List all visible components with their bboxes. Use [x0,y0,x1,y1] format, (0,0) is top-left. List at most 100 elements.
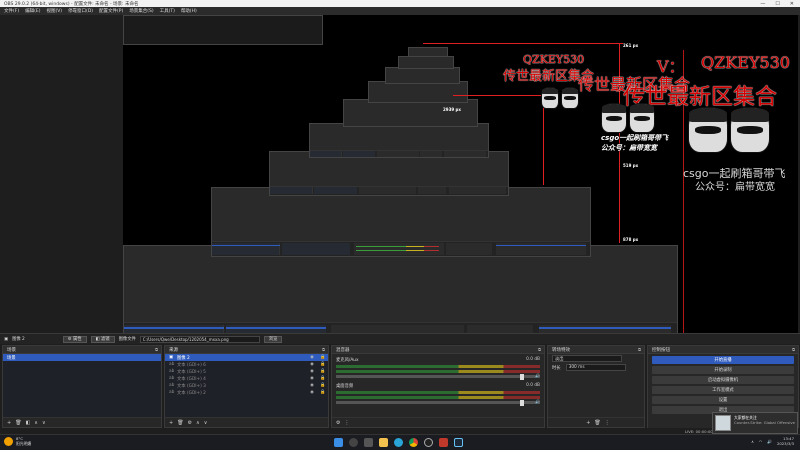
sun-icon [4,437,13,446]
properties-button[interactable]: ⚙ 属性 [62,335,87,343]
clock[interactable]: 13:47 2023/3/3 [776,436,794,446]
arrow-up-icon[interactable]: ∧ [196,420,200,426]
speaker-icon[interactable]: 🔊 [535,399,540,404]
trash-icon[interactable]: 🗑 [594,420,600,426]
eye-icon[interactable]: ◉ [306,362,318,367]
image-file-label: 图像文件 [118,337,136,342]
browse-button[interactable]: 浏览 [263,335,283,343]
lock-icon[interactable]: 🔒 [318,362,328,367]
arrow-down-icon[interactable]: ∨ [204,420,208,426]
volume-slider[interactable]: 🔊 [336,399,540,406]
eye-icon[interactable]: ◉ [306,355,318,360]
volume-meter [336,365,540,368]
lock-icon[interactable]: 🔒 [318,369,328,374]
source-item[interactable]: ab 文本 (GDI+) 4 ◉ 🔒 [165,375,328,382]
source-item-label: 文本 (GDI+) 6 [177,362,206,368]
source-item[interactable]: ab 文本 (GDI+) 2 ◉ 🔒 [165,389,328,396]
slider-handle[interactable] [520,399,524,406]
filters-button[interactable]: ◧ 滤镜 [90,335,115,343]
start-streaming-button[interactable]: 开始直播 [652,356,794,364]
duration-label: 时长 [552,365,561,371]
file-explorer-icon[interactable] [379,438,388,447]
trash-icon[interactable]: 🗑 [177,420,183,426]
avatar-face-icon [688,107,728,153]
lock-icon[interactable]: 🔒 [318,376,328,381]
menu-scene-collection[interactable]: 场景集合(S) [129,8,153,14]
menu-help[interactable]: 帮助(H) [181,8,197,14]
filter-icon[interactable]: ◧ [26,420,31,426]
settings-button[interactable]: 设置 [652,396,794,404]
arrow-down-icon[interactable]: ∨ [42,420,46,426]
windows-start-icon[interactable] [334,438,343,447]
weather-widget[interactable]: 8°C 阳光明媚 [4,436,31,446]
gear-icon[interactable]: ⚙ [188,420,192,426]
obs-icon[interactable] [424,438,433,447]
chrome-icon[interactable] [409,438,418,447]
menu-profile[interactable]: 配置文件(P) [99,8,123,14]
menu-tools[interactable]: 工具(T) [160,8,175,14]
dock-float-icon[interactable]: ⧉ [638,347,644,352]
search-icon[interactable] [349,438,358,447]
dock-float-icon[interactable]: ⧉ [155,347,161,352]
guide-line-horizontal [423,43,623,44]
clock-date: 2023/3/3 [776,440,794,446]
nested-capture-2 [211,187,591,257]
gear-icon[interactable]: ⚙ [336,420,340,426]
image-path-field[interactable]: C:/Users/Qwe/Desktop/1202054_mxxa.png [139,335,260,343]
more-icon[interactable]: ⋮ [605,420,610,426]
dock-float-icon[interactable]: ⧉ [538,347,544,352]
nested-capture-10 [123,15,323,45]
steam-icon[interactable] [454,438,463,447]
add-icon[interactable]: + [586,420,590,426]
close-button[interactable]: ✕ [790,1,794,7]
start-virtual-camera-button[interactable]: 启动虚拟摄像机 [652,376,794,384]
slider-handle[interactable] [520,373,524,380]
add-icon[interactable]: + [169,420,173,426]
minimize-button[interactable]: — [760,1,765,7]
preview-canvas[interactable]: 261 px 2939 px 519 px 878 px 传世最新区集合 传世最… [123,15,798,333]
transition-select[interactable]: 淡出 [552,355,622,362]
nested-capture-6 [368,81,468,103]
menu-docks[interactable]: 停靠窗口(D) [68,8,93,14]
eye-icon[interactable]: ◉ [306,376,318,381]
dock-float-icon[interactable]: ⧉ [792,347,798,352]
chevron-up-icon[interactable]: ∧ [751,439,754,444]
eye-icon[interactable]: ◉ [306,383,318,388]
trash-icon[interactable]: 🗑 [15,420,21,426]
arrow-up-icon[interactable]: ∧ [34,420,38,426]
duration-input[interactable]: 300 ms [565,364,626,371]
menu-view[interactable]: 视图(V) [46,8,62,14]
speaker-icon[interactable]: 🔊 [535,373,540,378]
start-recording-button[interactable]: 开始录制 [652,366,794,374]
source-item[interactable]: ab 文本 (GDI+) 5 ◉ 🔒 [165,368,328,375]
edge-browser-icon[interactable] [394,438,403,447]
guide-label-middle: 2939 px [443,107,461,112]
scene-item[interactable]: 场景 [3,354,161,361]
source-item[interactable]: ab 文本 (GDI+) 6 ◉ 🔒 [165,361,328,368]
sources-dock: 来源 ⧉ ▣ 图像 2 ◉ 🔒 ab 文本 (GDI+) 6 ◉ 🔒 ab 文本 (GDI+) … [164,345,329,428]
speaker-icon[interactable]: 🔊 [767,439,772,444]
studio-mode-button[interactable]: 工作室模式 [652,386,794,394]
channel-db: 0.0 dB [526,357,540,362]
lock-icon[interactable]: 🔒 [318,355,328,360]
task-view-icon[interactable] [364,438,373,447]
menu-edit[interactable]: 编辑(E) [25,8,40,14]
maximize-button[interactable]: ☐ [775,1,779,7]
guide-line-horizontal-2 [453,95,543,96]
menu-file[interactable]: 文件(F) [4,8,19,14]
wifi-icon[interactable]: ◠ [759,439,762,444]
eye-icon[interactable]: ◉ [306,390,318,395]
more-icon[interactable]: ⋮ [344,420,349,426]
lock-icon[interactable]: 🔒 [318,383,328,388]
add-icon[interactable]: + [7,420,11,426]
app-icon[interactable] [439,438,448,447]
source-item[interactable]: ab 文本 (GDI+) 3 ◉ 🔒 [165,382,328,389]
source-item-label: 文本 (GDI+) 4 [177,376,206,382]
dock-float-icon[interactable]: ⧉ [322,347,328,352]
eye-icon[interactable]: ◉ [306,369,318,374]
preview-area[interactable]: 261 px 2939 px 519 px 878 px 传世最新区集合 传世最… [0,15,800,333]
lock-icon[interactable]: 🔒 [318,390,328,395]
notification-toast[interactable]: 大家都在关注 Counter-Strike: Global Offensive [712,412,798,434]
volume-slider[interactable]: 🔊 [336,373,540,380]
source-item[interactable]: ▣ 图像 2 ◉ 🔒 [165,354,328,361]
